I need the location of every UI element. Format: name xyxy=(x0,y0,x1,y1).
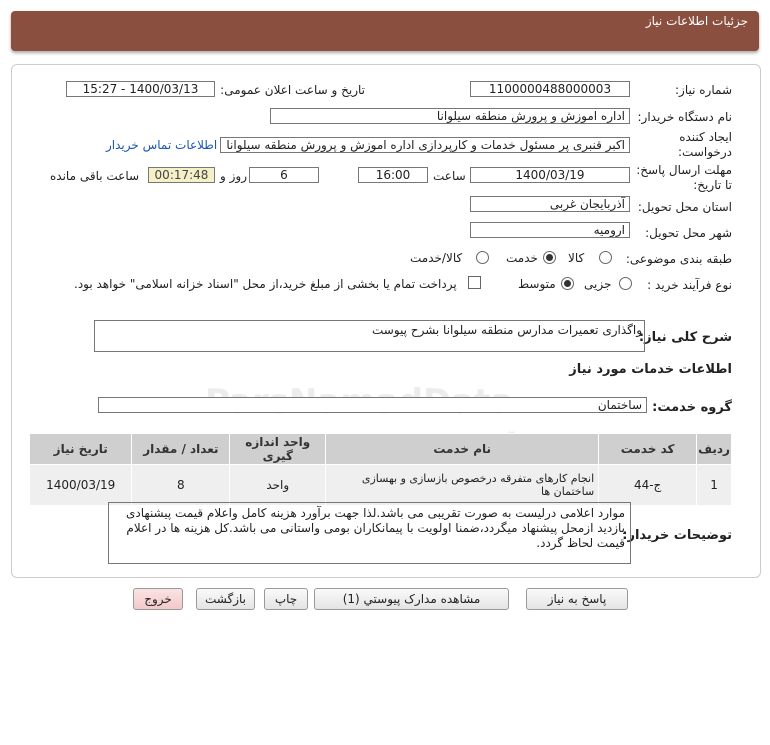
buyer-notes-text: موارد اعلامی درلیست به صورت تقریبی می با… xyxy=(126,506,625,550)
city-field: ارومیه xyxy=(470,222,630,238)
creator-label-1: ایجاد کننده xyxy=(679,130,732,144)
remaining-label: ساعت باقی مانده xyxy=(50,169,140,183)
creator-label-2: درخواست: xyxy=(678,145,732,159)
province-label: استان محل تحویل: xyxy=(637,200,732,214)
contact-buyer-link[interactable]: اطلاعات تماس خریدار xyxy=(106,138,217,152)
province-field: آذربایجان غربی xyxy=(470,196,630,212)
category-radio-service[interactable] xyxy=(543,251,556,264)
buyer-notes-box: موارد اعلامی درلیست به صورت تقریبی می با… xyxy=(108,502,631,564)
announce-label: تاریخ و ساعت اعلان عمومی: xyxy=(220,83,365,97)
category-option-goods: کالا xyxy=(568,251,585,265)
payment-note: پرداخت تمام یا بخشی از مبلغ خرید،از محل … xyxy=(74,277,457,291)
category-radio-goods[interactable] xyxy=(599,251,612,264)
attachments-button[interactable]: مشاهده مدارک پیوستي (1) xyxy=(314,588,509,610)
deadline-label-1: مهلت ارسال پاسخ: xyxy=(636,163,732,177)
table-row: 1400/03/19 8 واحد انجام کارهای متفرقه در… xyxy=(28,464,732,506)
category-radio-goods-service[interactable] xyxy=(476,251,489,264)
reply-button[interactable]: پاسخ به نیاز xyxy=(526,588,628,610)
days-label: روز و xyxy=(220,169,247,183)
buyer-org-field: اداره اموزش و پرورش منطقه سیلوانا xyxy=(270,108,630,124)
table-header-row: تاریخ نیاز تعداد / مقدار واحد اندازه گیر… xyxy=(28,433,732,465)
category-option-goods-service: کالا/خدمت xyxy=(410,251,463,265)
process-label: نوع فرآیند خرید : xyxy=(647,278,732,292)
summary-text: واگذاری تعمیرات مدارس منطقه سیلوانا بشرح… xyxy=(372,323,642,337)
summary-label: شرح کلی نیاز: xyxy=(638,330,732,345)
process-radio-minor[interactable] xyxy=(619,277,632,290)
deadline-label-2: تا تاریخ: xyxy=(693,178,732,192)
process-option-medium: متوسط xyxy=(518,277,556,291)
days-field: 6 xyxy=(249,167,319,183)
time-label: ساعت xyxy=(433,169,466,183)
process-option-minor: جزیی xyxy=(584,277,612,291)
cell-service-code: ج-44 xyxy=(598,464,698,506)
category-label: طبقه بندی موضوعی: xyxy=(625,252,732,266)
announce-field: 1400/03/13 - 15:27 xyxy=(66,81,215,97)
col-unit: واحد اندازه گیری xyxy=(229,433,327,465)
creator-field: اکبر قنبری پر مسئول خدمات و کارپردازی اد… xyxy=(220,137,630,153)
buyer-notes-label: توضیحات خریدار: xyxy=(622,528,732,543)
col-row: ردیف xyxy=(696,433,732,465)
cell-unit: واحد xyxy=(229,464,327,506)
back-button[interactable]: بازگشت xyxy=(196,588,255,610)
cell-date: 1400/03/19 xyxy=(28,464,133,506)
col-service-code: کد خدمت xyxy=(598,433,698,465)
deadline-date-field: 1400/03/19 xyxy=(470,167,630,183)
service-group-field: ساختمان xyxy=(98,397,647,413)
need-number-field: 1100000488000003 xyxy=(470,81,630,97)
page-title: جزئیات اطلاعات نیاز xyxy=(645,14,748,28)
col-service-name: نام خدمت xyxy=(325,433,600,465)
cell-row: 1 xyxy=(696,464,732,506)
category-option-service: خدمت xyxy=(506,251,538,265)
col-date: تاریخ نیاز xyxy=(28,433,133,465)
print-button[interactable]: چاپ xyxy=(264,588,308,610)
col-quantity: تعداد / مقدار xyxy=(131,433,231,465)
city-label: شهر محل تحویل: xyxy=(645,226,732,240)
service-group-label: گروه خدمت: xyxy=(652,400,732,415)
need-number-label: شماره نیاز: xyxy=(675,83,732,97)
remaining-time-field: 00:17:48 xyxy=(148,167,215,183)
deadline-time-field: 16:00 xyxy=(358,167,428,183)
exit-button[interactable]: خروج xyxy=(133,588,183,610)
services-section-title: اطلاعات خدمات مورد نیاز xyxy=(569,362,732,377)
services-table: تاریخ نیاز تعداد / مقدار واحد اندازه گیر… xyxy=(28,433,732,506)
treasury-payment-checkbox[interactable] xyxy=(468,276,481,289)
cell-quantity: 8 xyxy=(131,464,231,506)
buyer-org-label: نام دستگاه خریدار: xyxy=(637,110,733,124)
process-radio-medium[interactable] xyxy=(561,277,574,290)
cell-service-name: انجام کارهای متفرقه درخصوص بازسازی و بهس… xyxy=(325,464,600,506)
